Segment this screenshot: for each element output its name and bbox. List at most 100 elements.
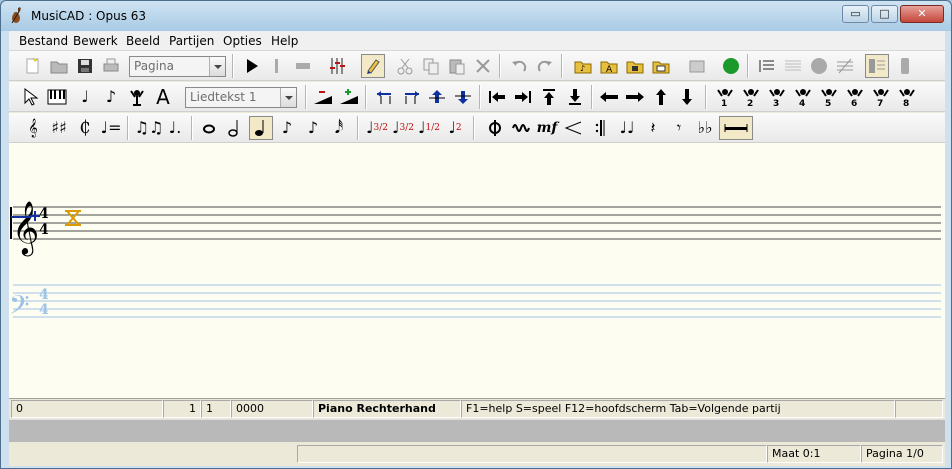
folder-save-icon[interactable] [623,54,647,78]
grid-icon[interactable] [685,54,709,78]
single-page-icon[interactable] [893,54,917,78]
triplet-3-2-label: 3/2 [373,122,389,133]
edit-pencil-icon[interactable] [361,54,385,78]
arrow-right-icon[interactable] [623,85,647,109]
tuplet-x2-icon[interactable]: ♩ 2 [443,116,467,140]
crescendo-icon[interactable] [561,116,585,140]
page-view-select[interactable]: Pagina [129,56,226,77]
eighth-note-icon[interactable]: ♪ [275,116,299,140]
conductor-icon[interactable] [125,85,149,109]
svg-text:3: 3 [773,99,779,107]
go-start-icon[interactable] [485,85,509,109]
toolbar-separator [591,85,593,109]
voice-4-icon[interactable]: 4 [791,85,815,109]
minimize-button[interactable]: ▭ [842,5,869,23]
menu-partijen[interactable]: Partijen [169,34,214,48]
tuplet-1-2-icon[interactable]: ♩ 1/2 [417,116,441,140]
undo-icon[interactable] [507,54,531,78]
dynamics-mf-icon[interactable]: mf [535,116,559,140]
half-note-icon[interactable] [223,116,247,140]
arrow-up-icon[interactable] [649,85,673,109]
toolbar-separator [127,116,129,140]
paste-icon[interactable] [445,54,469,78]
voice-7-icon[interactable]: 7 [869,85,893,109]
status-help: F1=help S=speel F12=hoofdscherm Tab=Volg… [461,400,895,418]
note-step-icon[interactable]: ♪ [99,85,123,109]
menu-beeld[interactable]: Beeld [126,34,160,48]
voice-6-icon[interactable]: 6 [843,85,867,109]
beam-right-icon[interactable] [399,85,423,109]
staff-lines-icon[interactable] [781,54,805,78]
beamed-notes-icon[interactable]: ♫♫ [135,116,164,140]
tempo-icon[interactable]: ♩= [99,116,123,140]
text-tool-icon[interactable]: A [151,85,175,109]
arrow-down-icon[interactable] [675,85,699,109]
svg-text:7: 7 [877,99,883,107]
arrow-left-icon[interactable] [597,85,621,109]
quarter-note-icon[interactable] [249,116,273,140]
multi-rest-icon[interactable] [719,116,753,140]
quarter-rest-icon[interactable]: 𝄽 [641,116,665,140]
cut-icon[interactable] [393,54,417,78]
tuplet-3-2-icon[interactable]: ♩ 3/2 [391,116,415,140]
increase-dynamics-icon[interactable] [337,85,361,109]
voice-5-icon[interactable]: 5 [817,85,841,109]
dotted-note-icon[interactable]: ♩. [163,116,187,140]
note-entry-icon[interactable]: ♩ [73,85,97,109]
go-end-icon[interactable] [511,85,535,109]
page-layout-icon[interactable] [865,54,889,78]
stop-icon[interactable] [291,54,315,78]
beam-left-icon[interactable] [373,85,397,109]
menu-bewerk[interactable]: Bewerk [73,34,118,48]
circle-tool-icon[interactable] [807,54,831,78]
voice-1-icon[interactable]: 1 [713,85,737,109]
layout-list-icon[interactable] [755,54,779,78]
whole-note-icon[interactable] [197,116,221,140]
stem-up-icon[interactable] [425,85,449,109]
lyrics-line-select[interactable]: Liedtekst 1 [185,87,297,108]
go-top-icon[interactable] [537,85,561,109]
stem-down-icon[interactable] [451,85,475,109]
key-signature-icon[interactable]: 𝄞 [21,116,45,140]
record-icon[interactable] [719,54,743,78]
folder-text-icon[interactable]: A [597,54,621,78]
thirty-second-note-icon[interactable]: 𝅘𝅥𝅰 [327,116,351,140]
voice-3-icon[interactable]: 3 [765,85,789,109]
pause-icon[interactable] [265,54,289,78]
triplet-3-2-icon[interactable]: ♩ 3/2 [365,116,389,140]
score-svg[interactable]: 𝄞 4 4 𝄢 4 4 [9,143,945,398]
barline-repeat-icon[interactable] [589,116,613,140]
redo-icon[interactable] [533,54,557,78]
crosshair-icon[interactable] [483,116,507,140]
save-icon[interactable] [73,54,97,78]
menu-bestand[interactable]: Bestand [19,34,68,48]
voice-8-icon[interactable]: 8 [895,85,919,109]
eighth-rest-icon[interactable]: 𝄾 [667,116,691,140]
double-flat-icon[interactable]: ♭♭ [693,116,717,140]
select-arrow-icon[interactable] [19,85,43,109]
new-file-icon[interactable] [21,54,45,78]
menu-help[interactable]: Help [271,34,298,48]
menu-opties[interactable]: Opties [223,34,262,48]
piano-keyboard-icon[interactable] [45,85,69,109]
print-icon[interactable] [99,54,123,78]
voice-2-icon[interactable]: 2 [739,85,763,109]
sixteenth-note-icon[interactable]: ♪ [301,116,325,140]
tie-icon[interactable]: ♩♩ [615,116,639,140]
folder-music-icon[interactable]: ♪ [571,54,595,78]
close-button[interactable]: ✕ [900,5,944,23]
open-folder-icon[interactable] [47,54,71,78]
strikethrough-staff-icon[interactable] [833,54,857,78]
play-icon[interactable] [239,54,263,78]
copy-icon[interactable] [419,54,443,78]
folder-midi-icon[interactable] [649,54,673,78]
delete-icon[interactable] [471,54,495,78]
score-canvas[interactable]: 𝄞 4 4 𝄢 4 4 [9,143,945,398]
sharp-key-icon[interactable]: ♯♯ [47,116,71,140]
decrease-dynamics-icon[interactable] [311,85,335,109]
mixer-icon[interactable] [325,54,349,78]
trill-icon[interactable] [509,116,533,140]
go-bottom-icon[interactable] [563,85,587,109]
common-time-icon[interactable]: ₵ [73,116,97,140]
maximize-button[interactable]: □ [871,5,898,23]
